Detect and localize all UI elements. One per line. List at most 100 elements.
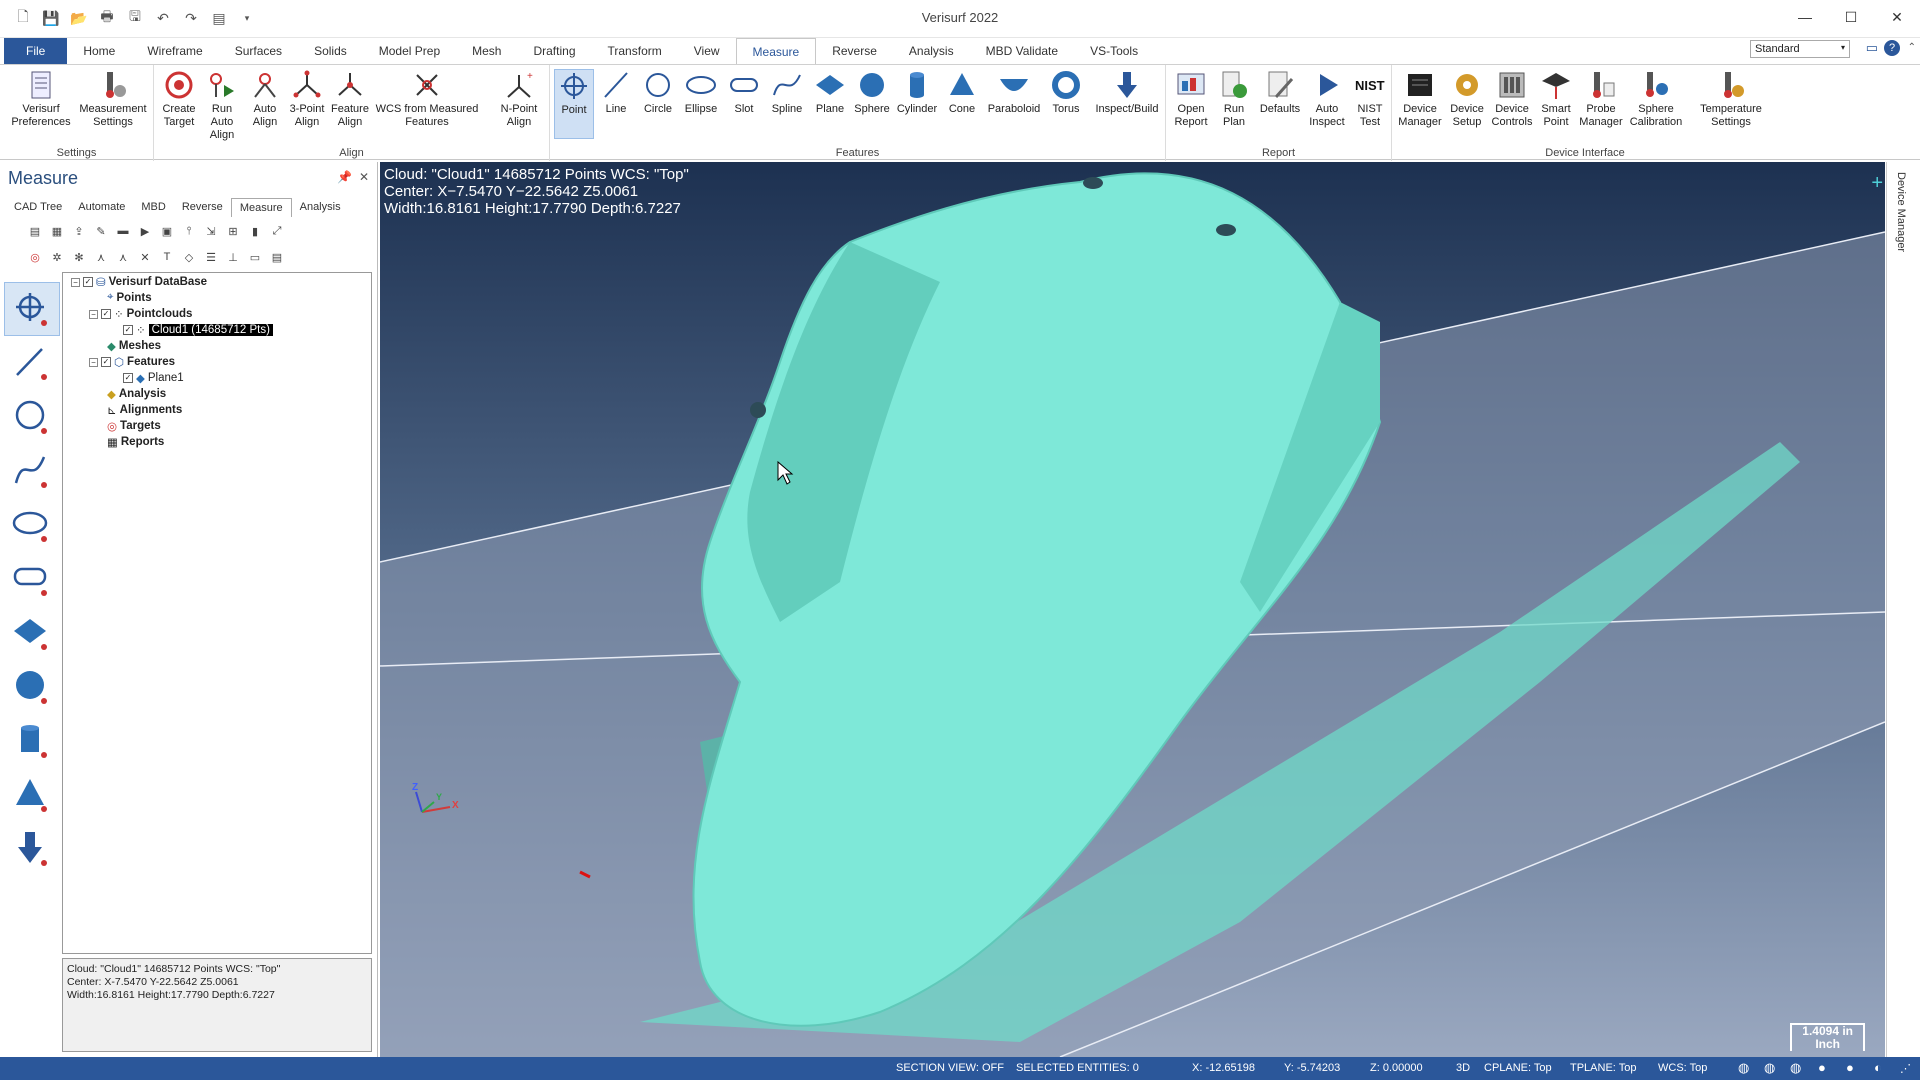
n-point-align-button[interactable]: + N-Point Align — [494, 69, 544, 129]
tab-vs-tools[interactable]: VS-Tools — [1074, 38, 1154, 64]
tab-file[interactable]: File — [4, 38, 68, 64]
tree-node-alignments[interactable]: ⊾ Alignments — [107, 403, 182, 417]
pin-icon[interactable]: 📌 — [337, 170, 352, 184]
collapse-icon[interactable]: − — [89, 309, 98, 319]
wcs-from-measured-features-button[interactable]: WCS from Measured Features — [374, 69, 480, 129]
3d-viewport[interactable]: Cloud: "Cloud1" 14685712 Points WCS: "To… — [380, 162, 1885, 1057]
checkbox[interactable]: ✓ — [101, 309, 111, 319]
tab-home[interactable]: Home — [67, 38, 131, 64]
tools-icon[interactable]: ✎ — [92, 222, 110, 240]
report-icon[interactable]: ▭ — [246, 248, 264, 266]
vtool-cone[interactable] — [4, 768, 60, 822]
wireframe-sphere-icon[interactable]: ◐ — [1874, 1060, 1882, 1075]
device-setup-button[interactable]: Device Setup — [1446, 69, 1488, 129]
fit-icon[interactable]: ⤢ — [268, 222, 286, 240]
tab-drafting[interactable]: Drafting — [517, 38, 591, 64]
create-target-button[interactable]: Create Target — [158, 69, 200, 129]
line-button[interactable]: Line — [596, 69, 636, 116]
spline-button[interactable]: Spline — [766, 69, 808, 116]
tag-icon[interactable]: ◇ — [180, 248, 198, 266]
shade-sphere-icon[interactable]: ● — [1818, 1060, 1826, 1075]
tree-node-root[interactable]: − ✓ ⛁ Verisurf DataBase — [71, 275, 207, 289]
export-icon[interactable]: ⇪ — [70, 222, 88, 240]
tab-mesh[interactable]: Mesh — [456, 38, 517, 64]
device-manager-dock-tab[interactable]: Device Manager — [1895, 172, 1907, 252]
subtab-analysis[interactable]: Analysis — [292, 198, 349, 217]
globe-icon[interactable]: ◍ — [1738, 1060, 1749, 1076]
vtool-inspect[interactable] — [4, 822, 60, 876]
comment-icon[interactable]: ▭ — [1866, 40, 1878, 56]
collapse-icon[interactable]: − — [71, 277, 80, 287]
subtab-measure[interactable]: Measure — [230, 198, 292, 217]
import-icon[interactable]: ⇲ — [202, 222, 220, 240]
tab-reverse[interactable]: Reverse — [816, 38, 893, 64]
tree-node-features[interactable]: − ✓ ⬡ Features — [89, 355, 175, 369]
tab-wireframe[interactable]: Wireframe — [131, 38, 218, 64]
vtool-spline[interactable] — [4, 444, 60, 498]
status-tplane[interactable]: TPLANE: Top — [1570, 1062, 1636, 1074]
measurement-settings-button[interactable]: Measurement Settings — [76, 69, 150, 129]
subtab-cad-tree[interactable]: CAD Tree — [6, 198, 70, 217]
tab-solids[interactable]: Solids — [298, 38, 363, 64]
tab-view[interactable]: View — [678, 38, 736, 64]
minimize-icon[interactable]: — — [1782, 0, 1828, 34]
subtab-reverse[interactable]: Reverse — [174, 198, 231, 217]
add-view-icon[interactable]: + — [1871, 172, 1883, 195]
defaults-button[interactable]: Defaults — [1256, 69, 1304, 116]
text-icon[interactable]: T — [158, 248, 176, 266]
status-view-mode[interactable]: 3D — [1456, 1062, 1470, 1074]
vtool-plane[interactable] — [4, 606, 60, 660]
vtool-ellipse[interactable] — [4, 498, 60, 552]
slot-button[interactable]: Slot — [724, 69, 764, 116]
tab-analysis[interactable]: Analysis — [893, 38, 970, 64]
close-icon[interactable]: ✕ — [1874, 0, 1920, 34]
status-cplane[interactable]: CPLANE: Top — [1484, 1062, 1552, 1074]
align-icon[interactable]: ✲ — [48, 248, 66, 266]
paraboloid-button[interactable]: Paraboloid — [984, 69, 1044, 116]
open-report-button[interactable]: Open Report — [1170, 69, 1212, 129]
vtool-sphere[interactable] — [4, 660, 60, 714]
save-icon[interactable]: ▣ — [158, 222, 176, 240]
star-icon[interactable]: ✻ — [70, 248, 88, 266]
tree-node-cloud1[interactable]: ✓ ⁘ Cloud1 (14685712 Pts) — [123, 323, 273, 337]
target-icon[interactable]: ◎ — [26, 248, 44, 266]
tree-node-analysis[interactable]: ◆ Analysis — [107, 387, 166, 401]
collapse-icon[interactable]: − — [89, 357, 98, 367]
status-section-view[interactable]: SECTION VIEW: OFF — [896, 1062, 1004, 1074]
tripod-icon[interactable]: ⋏ — [92, 248, 110, 266]
checkbox[interactable]: ✓ — [83, 277, 93, 287]
tab-measure[interactable]: Measure — [735, 38, 817, 64]
ellipse-button[interactable]: Ellipse — [680, 69, 722, 116]
tree-node-points[interactable]: ⌖ Points — [107, 291, 152, 304]
device-manager-button[interactable]: Device Manager — [1396, 69, 1444, 129]
subtab-mbd[interactable]: MBD — [133, 198, 173, 217]
tree-node-targets[interactable]: ◎ Targets — [107, 419, 161, 433]
tree-node-reports[interactable]: ▦ Reports — [107, 435, 164, 449]
cylinder-button[interactable]: Cylinder — [894, 69, 940, 116]
globe-2-icon[interactable]: ◍ — [1764, 1060, 1775, 1076]
table-icon[interactable]: ▦ — [48, 222, 66, 240]
subtab-automate[interactable]: Automate — [70, 198, 133, 217]
point-button[interactable]: Point — [554, 69, 594, 139]
feature-align-button[interactable]: Feature Align — [328, 69, 372, 129]
collapse-ribbon-icon[interactable]: ⌃ — [1908, 42, 1916, 53]
probe-manager-button[interactable]: Probe Manager — [1578, 69, 1624, 129]
axis-icon[interactable]: ⊥ — [224, 248, 242, 266]
checkbox[interactable]: ✓ — [123, 325, 133, 335]
verisurf-preferences-button[interactable]: Verisurf Preferences — [6, 69, 76, 129]
chart-icon[interactable]: ▮ — [246, 222, 264, 240]
circle-button[interactable]: Circle — [638, 69, 678, 116]
list-icon[interactable]: ☰ — [202, 248, 220, 266]
torus-button[interactable]: Torus — [1046, 69, 1086, 116]
maximize-icon[interactable]: ☐ — [1828, 0, 1874, 34]
checkbox[interactable]: ✓ — [101, 357, 111, 367]
tab-transform[interactable]: Transform — [592, 38, 678, 64]
tab-surfaces[interactable]: Surfaces — [219, 38, 298, 64]
tab-mbd-validate[interactable]: MBD Validate — [970, 38, 1074, 64]
probe-icon[interactable]: ⫯ — [180, 222, 198, 240]
inspect-build-button[interactable]: Inspect/Build — [1090, 69, 1164, 116]
list-icon[interactable]: ▤ — [26, 222, 44, 240]
run-plan-button[interactable]: Run Plan — [1214, 69, 1254, 129]
vtool-line[interactable] — [4, 336, 60, 390]
nist-test-button[interactable]: NIST NIST Test — [1350, 69, 1390, 129]
